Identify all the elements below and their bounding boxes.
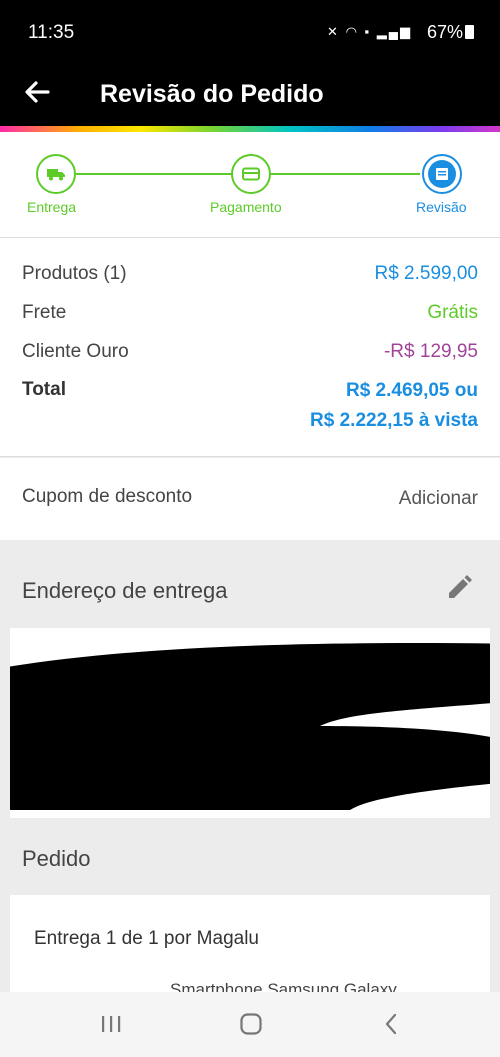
wifi-icon: ◠ [345, 24, 359, 39]
mute-icon: ✕ [327, 24, 340, 39]
status-time: 11:35 [28, 22, 75, 43]
truck-icon [42, 160, 70, 188]
total-value-installments: R$ 2.469,05 ou [345, 380, 478, 401]
summary-row-total: Total R$ 2.469,05 ou R$ 2.222,15 à vista [22, 379, 478, 439]
step-label-delivery: Entrega [27, 199, 77, 215]
order-card: Entrega 1 de 1 por Magalu Smartphone Sam… [10, 895, 490, 995]
step-label-payment: Pagamento [210, 199, 282, 215]
address-card[interactable] [10, 628, 490, 818]
delivery-info: Entrega 1 de 1 por Magalu [34, 928, 259, 949]
back-arrow-icon[interactable] [22, 72, 58, 112]
back-icon[interactable] [371, 1008, 411, 1040]
products-label: Produtos (1) [22, 263, 127, 284]
total-value-cash: R$ 2.222,15 à vista [310, 410, 478, 431]
step-review[interactable] [422, 154, 462, 194]
step-delivery[interactable] [36, 154, 76, 194]
checkout-stepper: Entrega Pagamento Revisão [0, 132, 500, 238]
stepper-line [76, 173, 233, 175]
gold-label: Cliente Ouro [22, 341, 129, 362]
stepper-line [270, 173, 420, 175]
coupon-row[interactable]: Cupom de desconto Adicionar [0, 458, 500, 540]
shipping-value: Grátis [427, 302, 478, 323]
shipping-label: Frete [22, 302, 67, 323]
total-label: Total [22, 379, 66, 400]
battery-percent: 67% [426, 22, 463, 42]
status-bar: 11:35 ✕ ◠ ▪ ▂▄▆ 67% [0, 0, 500, 66]
app-bar: Revisão do Pedido [0, 66, 500, 126]
products-value: R$ 2.599,00 [374, 263, 478, 284]
redaction-mark [10, 643, 490, 810]
card-icon [237, 160, 265, 188]
summary-row-shipping: Frete Grátis [22, 302, 478, 328]
address-section-title: Endereço de entrega [22, 578, 228, 603]
signal-icon: ▂▄▆ [376, 24, 412, 39]
step-payment[interactable] [231, 154, 271, 194]
home-icon[interactable] [231, 1008, 271, 1040]
summary-row-products: Produtos (1) R$ 2.599,00 [22, 263, 478, 289]
system-nav-bar [0, 992, 500, 1057]
recents-icon[interactable] [91, 1008, 131, 1040]
volte-icon: ▪ [364, 24, 372, 39]
battery-status: 67% [427, 22, 474, 43]
page-title: Revisão do Pedido [100, 80, 324, 108]
order-summary: Produtos (1) R$ 2.599,00 Frete Grátis Cl… [0, 238, 500, 457]
review-icon [428, 160, 456, 188]
gold-discount-value: -R$ 129,95 [383, 341, 478, 362]
step-label-review: Revisão [416, 199, 467, 215]
total-value: R$ 2.469,05 ou R$ 2.222,15 à vista [310, 376, 478, 436]
status-icons: ✕ ◠ ▪ ▂▄▆ [327, 24, 412, 40]
coupon-label: Cupom de desconto [22, 486, 193, 507]
order-section-title: Pedido [22, 846, 91, 871]
battery-icon [465, 25, 474, 39]
pencil-icon[interactable] [442, 572, 476, 606]
add-coupon-button[interactable]: Adicionar [399, 488, 478, 510]
summary-row-gold: Cliente Ouro -R$ 129,95 [22, 341, 478, 367]
